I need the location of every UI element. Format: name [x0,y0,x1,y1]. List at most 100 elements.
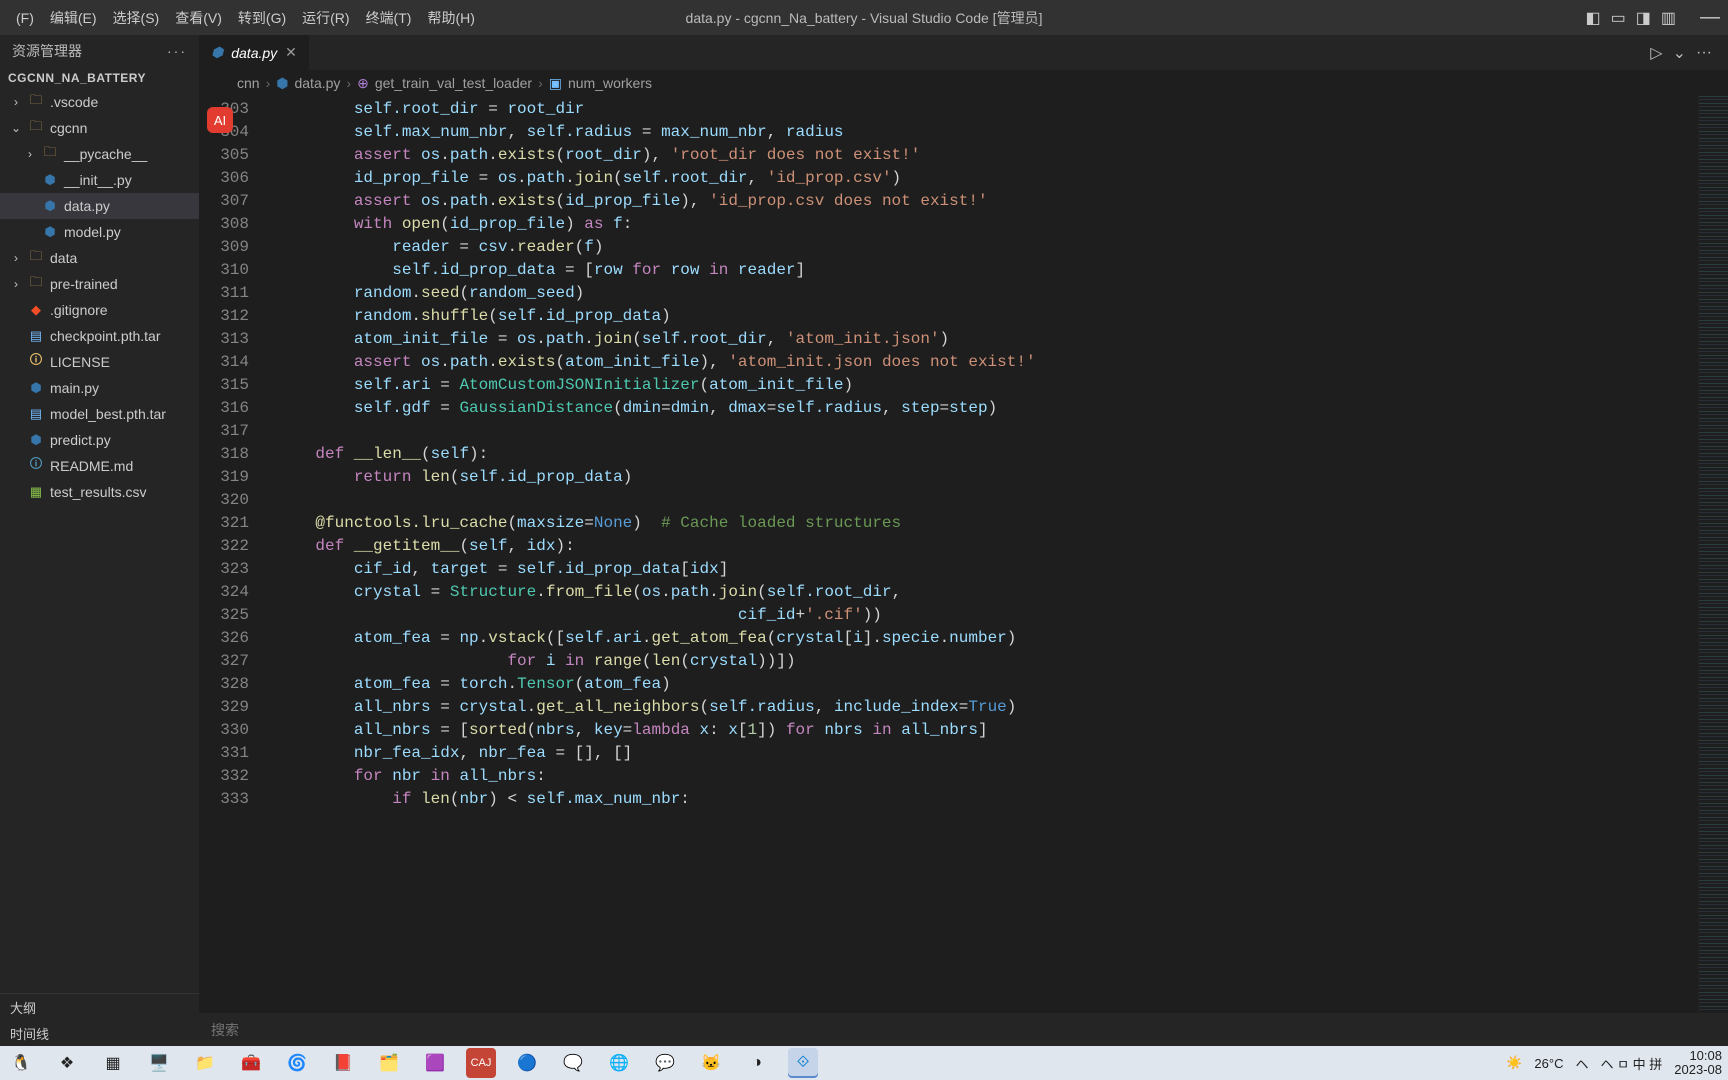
tree-file[interactable]: ▦test_results.csv [0,479,199,505]
csv-icon: ▦ [28,484,44,500]
tree-file[interactable]: ⬢model.py [0,219,199,245]
tree-file[interactable]: ▤checkpoint.pth.tar [0,323,199,349]
taskbar-app-icon[interactable]: 🐱 [696,1048,726,1078]
folder-icon: 🗀 [28,117,44,139]
taskbar-app-icon[interactable]: 🟪 [420,1048,450,1078]
taskbar-app-icon[interactable]: 🐧 [6,1048,36,1078]
timeline-section[interactable]: 时间线 [0,1020,199,1046]
tree-file[interactable]: ⬢main.py [0,375,199,401]
taskbar-app-icon[interactable]: 🗨️ [558,1048,588,1078]
tree-item-label: data [50,250,77,266]
chevron-right-icon: › [538,75,543,91]
tree-file[interactable]: 🛈README.md [0,453,199,479]
tree-file[interactable]: ⬢data.py [0,193,199,219]
chevron-right-icon: › [266,75,271,91]
breadcrumb-file[interactable]: data.py [294,75,340,91]
tray-chevron-icon[interactable]: ヘ [1575,1054,1588,1073]
tab-bar: ⬢ data.py ✕ ▷ ⌄ ··· [199,35,1728,70]
customize-layout-icon[interactable]: ▥ [1661,8,1676,28]
clock-time: 10:08 [1674,1049,1722,1063]
menu-file[interactable]: (F) [8,6,42,30]
toggle-secondary-sidebar-icon[interactable]: ◨ [1636,8,1651,28]
tree-folder[interactable]: ›🗀.vscode [0,89,199,115]
search-input[interactable] [211,1022,391,1038]
run-button-icon[interactable]: ▷ [1650,43,1662,63]
menu-edit[interactable]: 编辑(E) [42,4,105,32]
minimize-icon[interactable]: — [1700,6,1720,29]
taskbar-vscode-icon[interactable]: ⟐ [788,1048,818,1078]
tree-folder[interactable]: ›🗀__pycache__ [0,141,199,167]
file-tree[interactable]: ›🗀.vscode⌄🗀cgcnn›🗀__pycache__⬢__init__.p… [0,89,199,993]
python-file-icon: ⬢ [211,44,223,61]
tree-file[interactable]: ⬢predict.py [0,427,199,453]
taskbar-app-icon[interactable]: ◑ [742,1048,772,1078]
line-number: 333 [199,788,249,811]
taskbar-left: 🐧 ❖ ▦ 🖥️ 📁 🧰 🌀 📕 🗂️ 🟪 CAJ 🔵 🗨️ 🌐 💬 🐱 ◑ ⟐ [6,1048,818,1078]
tree-file[interactable]: ◆.gitignore [0,297,199,323]
taskbar-app-icon[interactable]: 🖥️ [144,1048,174,1078]
run-dropdown-icon[interactable]: ⌄ [1673,43,1686,63]
code-line: crystal = Structure.from_file(os.path.jo… [277,581,1698,604]
breadcrumb-folder[interactable]: cnn [237,75,260,91]
taskbar-wechat-icon[interactable]: 💬 [650,1048,680,1078]
tree-file[interactable]: 🛈LICENSE [0,349,199,375]
taskbar-app-icon[interactable]: CAJ [466,1048,496,1078]
line-number: 306 [199,167,249,190]
taskbar-edge-icon[interactable]: 🌐 [604,1048,634,1078]
line-number: 307 [199,190,249,213]
tree-file[interactable]: ▤model_best.pth.tar [0,401,199,427]
outline-section[interactable]: 大纲 [0,994,199,1020]
extension-avatar-icon[interactable]: AI [207,107,233,133]
line-number: 328 [199,673,249,696]
code-line: random.shuffle(self.id_prop_data) [277,305,1698,328]
tab-data-py[interactable]: ⬢ data.py ✕ [199,35,310,70]
tree-item-label: model.py [64,224,121,240]
taskbar-app-icon[interactable]: 🧰 [236,1048,266,1078]
taskbar-taskview-icon[interactable]: ▦ [98,1048,128,1078]
taskbar-widgets-icon[interactable]: ❖ [52,1048,82,1078]
code-line: nbr_fea_idx, nbr_fea = [], [] [277,742,1698,765]
code-line: cif_id+'.cif')) [277,604,1698,627]
taskbar-clock[interactable]: 10:08 2023-08 [1674,1049,1722,1078]
code-line: return len(self.id_prop_data) [277,466,1698,489]
taskbar-explorer-icon[interactable]: 🗂️ [374,1048,404,1078]
code-line: self.root_dir = root_dir [277,98,1698,121]
folder-icon: 🗀 [42,143,58,165]
breadcrumb-symbol[interactable]: num_workers [568,75,652,91]
taskbar-app-icon[interactable]: 📁 [190,1048,220,1078]
tree-folder[interactable]: ⌄🗀cgcnn [0,115,199,141]
menu-go[interactable]: 转到(G) [230,4,294,32]
minimap[interactable] [1698,96,1728,1013]
menu-run[interactable]: 运行(R) [294,4,357,32]
toggle-panel-icon[interactable]: ▭ [1611,8,1626,28]
code-content[interactable]: self.root_dir = root_dir self.max_num_nb… [277,96,1698,1013]
code-line: for i in range(len(crystal))]) [277,650,1698,673]
breadcrumb-function[interactable]: get_train_val_test_loader [375,75,532,91]
weather-icon[interactable]: ☀️ [1506,1055,1522,1071]
menu-help[interactable]: 帮助(H) [419,4,482,32]
breadcrumb[interactable]: cnn › ⬢ data.py › ⊕ get_train_val_test_l… [199,70,1728,96]
menu-view[interactable]: 查看(V) [167,4,230,32]
tree-file[interactable]: ⬢__init__.py [0,167,199,193]
sidebar-header: 资源管理器 ··· [0,35,199,67]
menu-terminal[interactable]: 终端(T) [358,4,420,32]
tray-input-method[interactable]: ヘ ㅁ 中 拼 [1600,1054,1662,1073]
project-name[interactable]: CGCNN_NA_BATTERY [0,67,199,89]
tree-item-label: main.py [50,380,99,396]
taskbar-app-icon[interactable]: 🌀 [282,1048,312,1078]
tree-folder[interactable]: ›🗀pre-trained [0,271,199,297]
tree-item-label: .vscode [50,94,98,110]
editor-more-icon[interactable]: ··· [1696,44,1712,62]
tab-close-icon[interactable]: ✕ [285,44,297,61]
sidebar-more-icon[interactable]: ··· [167,43,187,59]
line-number: 313 [199,328,249,351]
code-line: with open(id_prop_file) as f: [277,213,1698,236]
line-number: 323 [199,558,249,581]
taskbar-app-icon[interactable]: 🔵 [512,1048,542,1078]
tree-folder[interactable]: ›🗀data [0,245,199,271]
taskbar-app-icon[interactable]: 📕 [328,1048,358,1078]
code-line: @functools.lru_cache(maxsize=None) # Cac… [277,512,1698,535]
menu-select[interactable]: 选择(S) [105,4,168,32]
toggle-primary-sidebar-icon[interactable]: ◧ [1586,8,1601,28]
code-line: all_nbrs = crystal.get_all_neighbors(sel… [277,696,1698,719]
